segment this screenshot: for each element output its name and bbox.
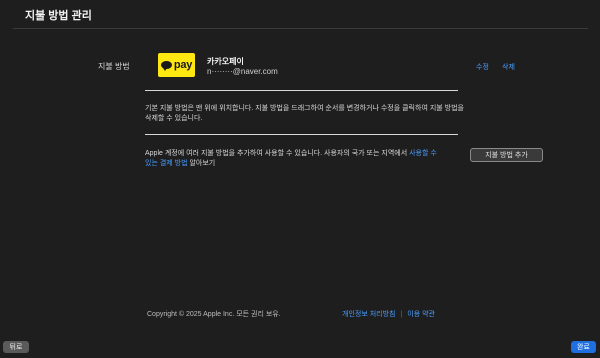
bottom-bar [0,333,600,358]
done-button[interactable]: 완료 [571,341,596,353]
divider [145,134,458,135]
title-divider [13,28,588,29]
footer-separator: | [400,311,403,318]
kakaopay-logo-text: pay [173,59,193,71]
edit-link[interactable]: 수정 [476,62,489,72]
title-bar: 지불 방법 관리 [0,0,600,29]
payment-info-text: 기본 지불 방법은 맨 위에 위치합니다. 지불 방법을 드래그하여 순서를 변… [145,105,464,122]
add-payment-description: Apple 계정에 여러 지불 방법을 추가하여 사용할 수 있습니다. 사용자… [145,149,445,168]
kakao-bubble-icon [160,61,172,71]
terms-link[interactable]: 이용 약관 [407,311,435,318]
privacy-policy-link[interactable]: 개인정보 처리방침 [342,311,395,318]
add-text-suffix: 알아보기 [187,159,216,167]
back-button[interactable]: 뒤로 [3,341,29,353]
payment-method-account: n········@naver.com [207,67,278,76]
add-text-prefix: Apple 계정에 여러 지불 방법을 추가하여 사용할 수 있습니다. 사용자… [145,150,410,157]
payment-method-name: 카카오페이 [207,57,244,66]
payment-section-label: 지불 방법 [98,62,130,71]
divider [145,90,458,91]
copyright-text: Copyright © 2025 Apple Inc. 모든 권리 보유. [147,311,281,318]
footer-links: 개인정보 처리방침 | 이용 약관 [342,309,435,319]
page-title: 지불 방법 관리 [25,10,92,22]
kakaopay-logo: pay [158,53,195,77]
delete-link[interactable]: 삭제 [502,62,515,72]
add-payment-method-button[interactable]: 지불 방법 추가 [470,148,543,162]
